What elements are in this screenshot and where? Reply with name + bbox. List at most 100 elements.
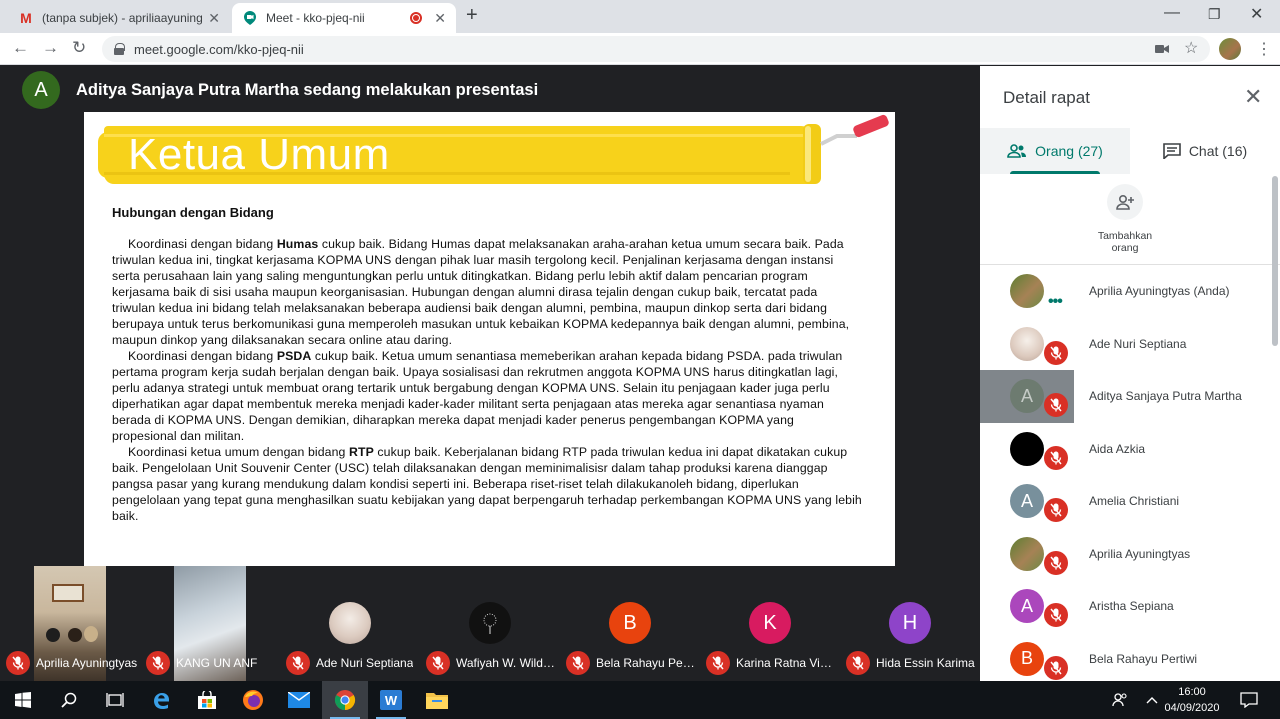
tab-chat-label: Chat (16) [1188, 143, 1248, 159]
more-options-icon[interactable]: ••• [1048, 293, 1063, 311]
mail-icon[interactable] [276, 681, 322, 719]
word-icon[interactable]: W [368, 681, 414, 719]
participant-name: Bela Rahayu Pertiwi [596, 656, 698, 670]
participant-name: Aprilia Ayuningtyas (Anda) [1089, 284, 1230, 299]
search-icon[interactable] [46, 681, 92, 719]
mic-off-icon [1044, 603, 1068, 627]
mic-off-icon [1044, 550, 1068, 575]
tab-gmail[interactable]: M (tanpa subjek) - apriliaayuningtyas ✕ [8, 3, 230, 33]
camera-icon[interactable] [1155, 41, 1169, 57]
firefox-icon[interactable] [230, 681, 276, 719]
participant-name: Karina Ratna Vinanda [736, 656, 838, 670]
participant-row[interactable]: A Amelia Christiani [980, 475, 1274, 528]
participant-name: Aprilia Ayuningtyas [1089, 546, 1191, 561]
maximize-icon[interactable]: ❐ [1208, 6, 1221, 23]
participant-name: Wafiyah W. Wildana [456, 656, 558, 670]
reload-icon[interactable]: ↻ [72, 38, 86, 58]
close-icon[interactable]: ✕ [208, 10, 220, 27]
windows-start-icon[interactable] [0, 681, 46, 719]
avatar: K [749, 602, 791, 644]
avatar: A [1010, 484, 1044, 518]
new-tab-button[interactable]: + [466, 4, 478, 27]
participant-row[interactable]: A Aditya Sanjaya Putra Martha [980, 370, 1274, 423]
participant-row[interactable]: ••• Aprilia Ayuningtyas (Anda) [980, 265, 1274, 318]
task-view-icon[interactable] [92, 681, 138, 719]
participant-name: Aprilia Ayuningtyas [36, 656, 138, 670]
participant-row[interactable]: Aida Azkia [980, 423, 1274, 476]
close-icon[interactable]: ✕ [434, 10, 446, 27]
add-people-button[interactable]: Tambahkan orang [1080, 184, 1170, 254]
mic-off-icon [286, 651, 310, 675]
tab-title: (tanpa subjek) - apriliaayuningtyas [42, 11, 203, 25]
minimize-icon[interactable]: — [1164, 4, 1180, 22]
participant-tile[interactable]: KANG UN ANF [140, 566, 278, 681]
participant-tile[interactable]: Ade Nuri Septiana [280, 566, 418, 681]
participant-list: ••• Aprilia Ayuningtyas (Anda) Ade Nuri … [980, 265, 1274, 685]
back-icon[interactable]: ← [12, 38, 29, 58]
mic-off-icon [1044, 393, 1068, 417]
meeting-details-panel: Detail rapat ✕ Orang (27) Chat (16) Tamb… [980, 66, 1280, 681]
participant-row[interactable]: B Bela Rahayu Pertiwi [980, 633, 1274, 686]
notification-icon[interactable] [1228, 681, 1270, 719]
tab-chat[interactable]: Chat (16) [1130, 128, 1280, 174]
avatar: A [1010, 589, 1044, 623]
store-icon[interactable] [184, 681, 230, 719]
panel-scrollbar[interactable] [1272, 176, 1278, 346]
participant-tile[interactable]: H Hida Essin Karima [840, 566, 978, 681]
tab-people-label: Orang (27) [1035, 143, 1103, 159]
presenter-text: Aditya Sanjaya Putra Martha sedang melak… [76, 80, 539, 99]
slide-heading: Hubungan dengan Bidang [112, 205, 274, 220]
avatar: B [1010, 641, 1044, 676]
participant-tile[interactable]: Aprilia Ayuningtyas [0, 566, 138, 681]
participant-filmstrip: Aprilia Ayuningtyas KANG UN ANF Ade Nuri… [0, 566, 980, 681]
browser-tab-strip: M (tanpa subjek) - apriliaayuningtyas ✕ … [0, 0, 1280, 33]
add-people-label: orang [1111, 242, 1139, 254]
meet-icon [242, 10, 258, 26]
url-text: meet.google.com/kko-pjeq-nii [134, 41, 304, 57]
windows-taskbar: W 16:00 04/09/2020 [0, 681, 1280, 719]
mic-off-icon [1044, 445, 1068, 470]
add-people-label: Tambahkan [1097, 230, 1153, 242]
slide-body: Koordinasi dengan bidang Humas cukup bai… [112, 236, 862, 524]
tab-people[interactable]: Orang (27) [980, 128, 1130, 174]
participant-row[interactable]: A Aristha Sepiana [980, 580, 1274, 633]
address-bar[interactable]: meet.google.com/kko-pjeq-nii [102, 36, 1210, 62]
mic-off-icon [1044, 340, 1068, 365]
taskbar-clock[interactable]: 16:00 04/09/2020 [1160, 684, 1224, 716]
chat-icon [1163, 143, 1181, 159]
avatar: B [609, 602, 651, 644]
chrome-icon[interactable] [322, 681, 368, 719]
svg-text:W: W [385, 693, 398, 708]
profile-avatar[interactable] [1219, 38, 1241, 60]
participant-tile[interactable]: B Bela Rahayu Pertiwi [560, 566, 698, 681]
file-explorer-icon[interactable] [414, 681, 460, 719]
avatar: A [1010, 379, 1044, 413]
mic-off-icon [1044, 655, 1068, 680]
menu-icon[interactable]: ⋮ [1256, 39, 1272, 59]
avatar [1010, 431, 1044, 466]
presenter-avatar: A [22, 71, 60, 109]
slide-banner: Ketua Umum [98, 126, 819, 184]
paragraph-rtp: Koordinasi ketua umum dengan bidang RTP … [112, 445, 862, 523]
participant-row[interactable]: Aprilia Ayuningtyas [980, 528, 1274, 581]
bookmark-star-icon[interactable]: ☆ [1184, 38, 1198, 58]
participant-name: Aristha Sepiana [1089, 599, 1174, 614]
tab-title: Meet - kko-pjeq-nii [266, 11, 365, 25]
window-close-icon[interactable]: ✕ [1250, 4, 1263, 24]
forward-icon[interactable]: → [42, 38, 59, 58]
shared-slide: Ketua Umum Hubungan dengan Bidang Koordi… [84, 112, 895, 566]
mic-off-icon [566, 651, 590, 675]
clock-time: 16:00 [1178, 686, 1206, 698]
participant-row[interactable]: Ade Nuri Septiana [980, 318, 1274, 371]
edge-icon[interactable] [138, 681, 184, 719]
mic-off-icon [146, 651, 170, 675]
close-icon[interactable]: ✕ [1244, 84, 1262, 110]
lock-icon [114, 43, 125, 55]
participant-tile[interactable]: Wafiyah W. Wildana [420, 566, 558, 681]
avatar: H [889, 602, 931, 644]
mic-off-icon [1044, 498, 1068, 522]
participant-name: Aditya Sanjaya Putra Martha [1089, 389, 1242, 404]
participant-tile[interactable]: K Karina Ratna Vinanda [700, 566, 838, 681]
panel-title: Detail rapat [1003, 88, 1090, 107]
tab-meet[interactable]: Meet - kko-pjeq-nii ✕ [232, 3, 456, 33]
